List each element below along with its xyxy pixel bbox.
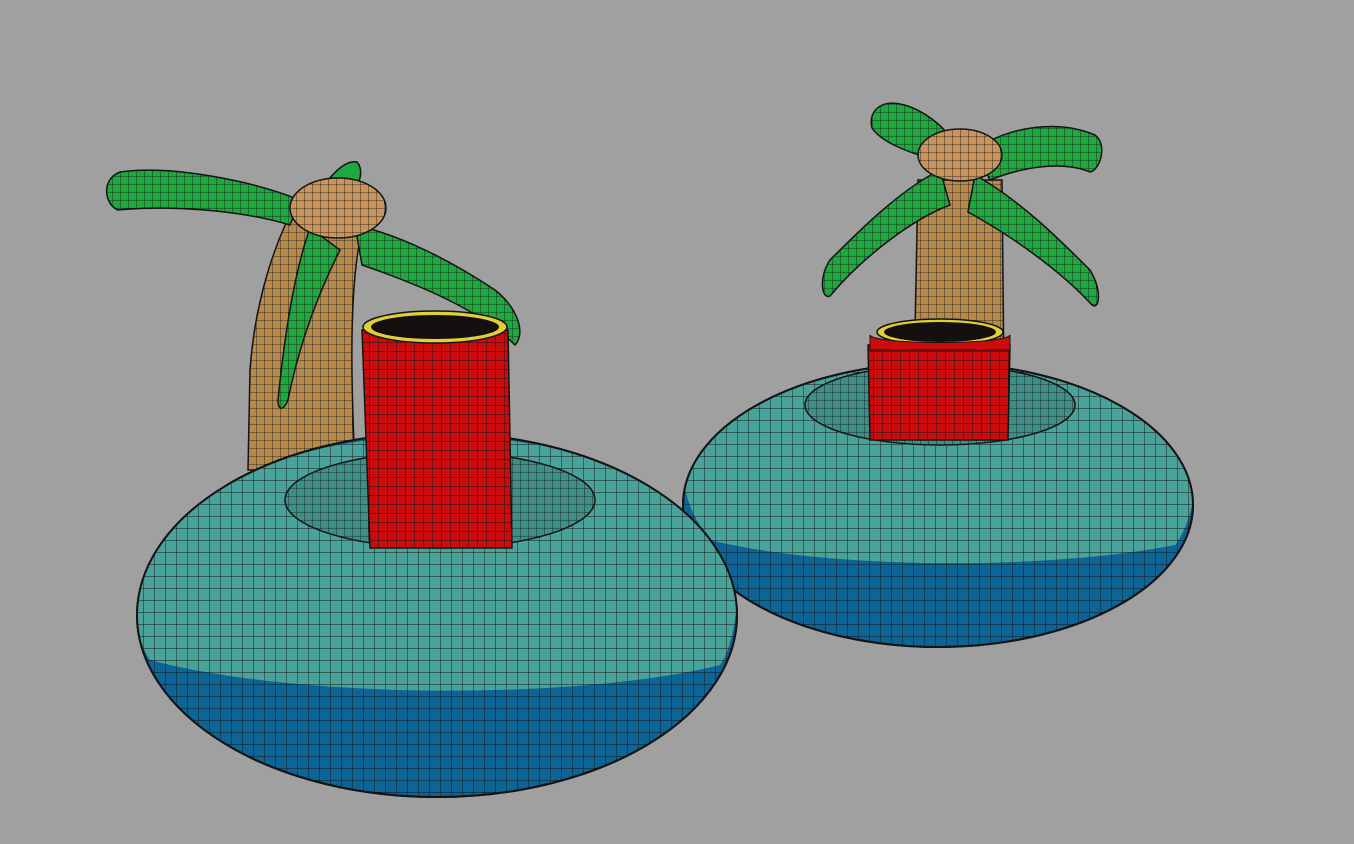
soda-can-1[interactable] — [361, 310, 513, 549]
soda-can-2[interactable] — [867, 318, 1011, 441]
viewport-3d[interactable] — [0, 0, 1354, 844]
scene-canvas[interactable] — [0, 0, 1354, 844]
